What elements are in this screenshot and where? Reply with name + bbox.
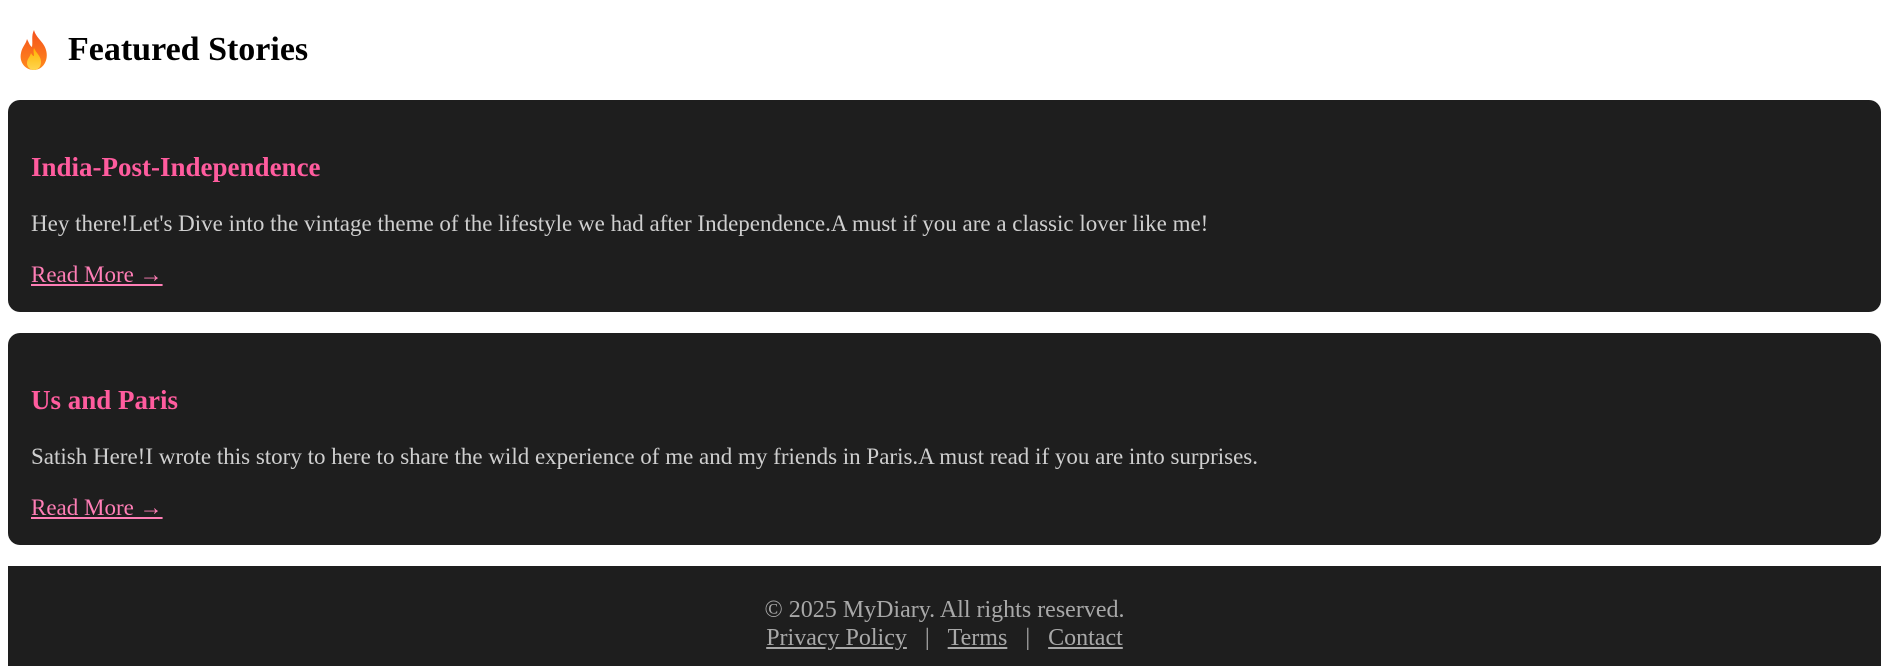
privacy-policy-link[interactable]: Privacy Policy <box>766 625 907 651</box>
story-description: Hey there!Let's Dive into the vintage th… <box>31 211 1209 236</box>
story-card: Us and Paris Satish Here!I wrote this st… <box>8 333 1881 545</box>
story-title: Us and Paris <box>31 385 179 415</box>
site-footer: © 2025 MyDiary. All rights reserved. Pri… <box>8 566 1881 666</box>
fire-icon <box>14 28 54 72</box>
story-title: India-Post-Independence <box>31 152 321 182</box>
featured-stories-heading: Featured Stories <box>14 26 308 74</box>
story-description: Satish Here!I wrote this story to here t… <box>31 444 1258 469</box>
read-more-link[interactable]: Read More → <box>31 260 163 290</box>
story-card: India-Post-Independence Hey there!Let's … <box>8 100 1881 312</box>
read-more-link[interactable]: Read More → <box>31 493 163 523</box>
footer-separator: | <box>924 625 930 651</box>
contact-link[interactable]: Contact <box>1048 625 1123 651</box>
footer-links: Privacy Policy | Terms | Contact <box>8 624 1881 652</box>
terms-link[interactable]: Terms <box>948 625 1008 651</box>
copyright-text: © 2025 MyDiary. All rights reserved. <box>764 597 1125 623</box>
footer-separator: | <box>1025 625 1031 651</box>
page-title: Featured Stories <box>68 31 309 68</box>
